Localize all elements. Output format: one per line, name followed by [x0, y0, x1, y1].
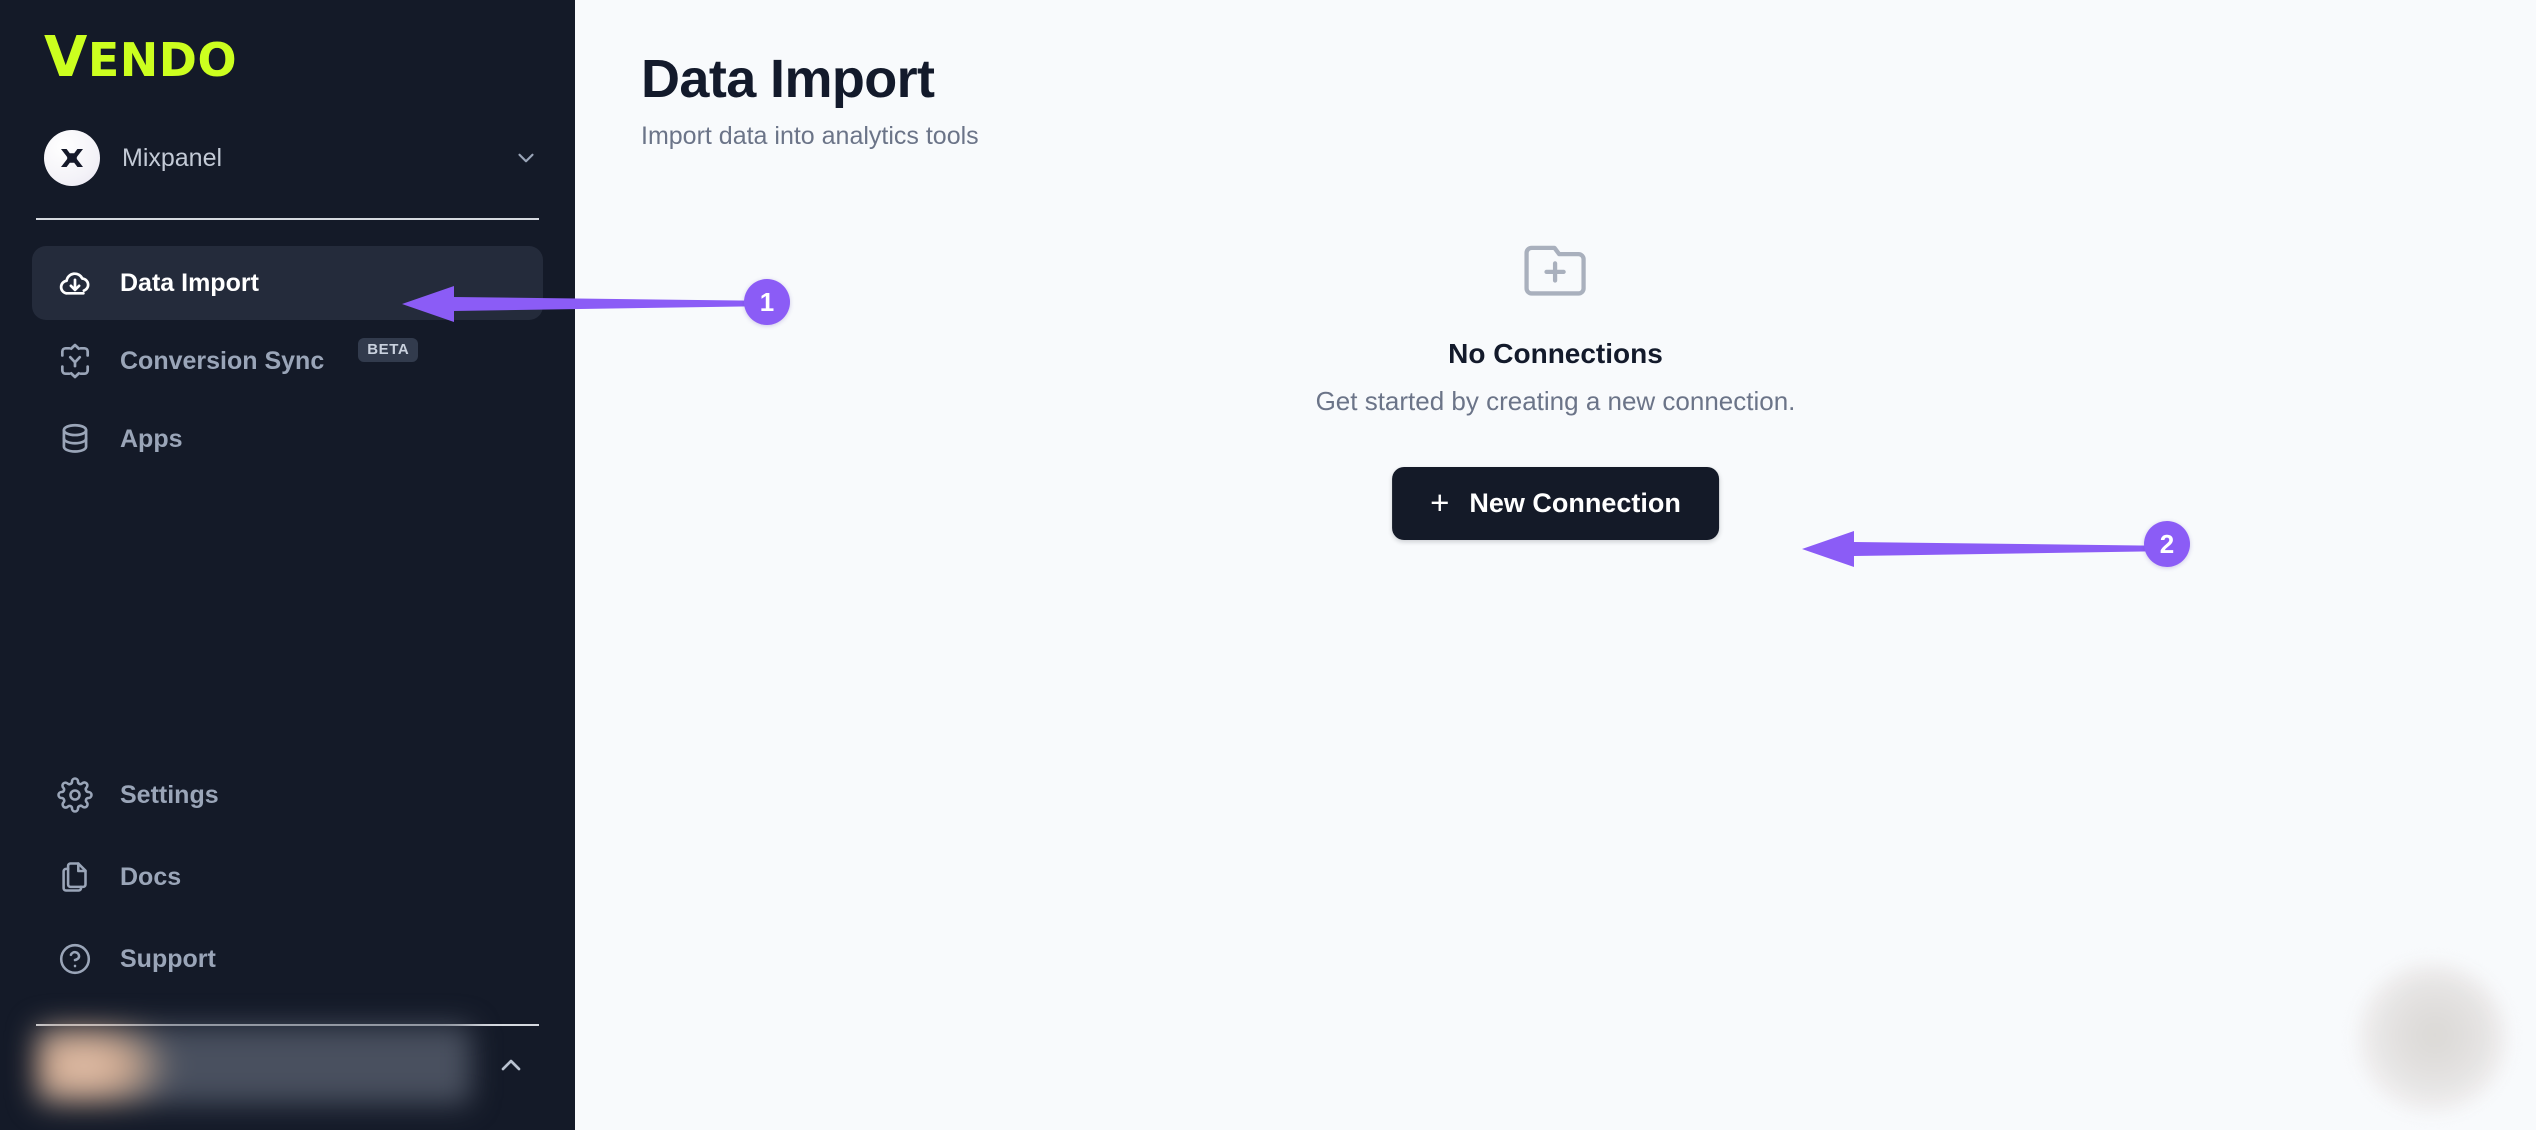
- folder-plus-icon: [1518, 232, 1594, 308]
- documents-copy-icon: [56, 858, 94, 896]
- sidebar-item-settings[interactable]: Settings: [32, 758, 543, 832]
- mixpanel-logo-icon: [44, 130, 100, 186]
- user-profile-menu[interactable]: [0, 1026, 575, 1104]
- page-header: Data Import Import data into analytics t…: [575, 0, 2536, 151]
- empty-state-description: Get started by creating a new connection…: [1315, 386, 1796, 416]
- question-circle-icon: [56, 940, 94, 978]
- conversion-sync-icon: [56, 342, 94, 380]
- sidebar-item-support[interactable]: Support: [32, 922, 543, 996]
- avatar: [36, 1026, 471, 1104]
- sidebar-item-label: Support: [120, 944, 216, 973]
- workspace-switcher[interactable]: Mixpanel: [44, 124, 539, 192]
- gear-icon: [56, 776, 94, 814]
- brand-logo-text: VENDO: [44, 25, 238, 90]
- brand-logo[interactable]: VENDO: [0, 0, 575, 96]
- sidebar-divider-top: [36, 218, 539, 220]
- database-stack-icon: [56, 420, 94, 458]
- sidebar-item-label: Apps: [120, 424, 183, 453]
- new-connection-button-label: New Connection: [1469, 488, 1681, 518]
- sidebar-item-data-import[interactable]: Data Import: [32, 246, 543, 320]
- sidebar-item-conversion-sync[interactable]: Conversion Sync BETA: [32, 324, 543, 398]
- sidebar-item-label: Docs: [120, 862, 182, 891]
- plus-icon: +: [1430, 483, 1450, 521]
- chevron-down-icon[interactable]: [513, 145, 539, 171]
- status-badge-beta: BETA: [358, 338, 419, 362]
- sidebar-nav-secondary: Settings Docs Support: [0, 758, 575, 996]
- sidebar-item-label: Settings: [120, 780, 219, 809]
- help-bubble-icon[interactable]: [2358, 964, 2506, 1112]
- page-subtitle: Import data into analytics tools: [641, 121, 979, 150]
- sidebar-item-apps[interactable]: Apps: [32, 402, 543, 476]
- sidebar-item-docs[interactable]: Docs: [32, 840, 543, 914]
- workspace-name: Mixpanel: [122, 143, 223, 172]
- chevron-up-icon[interactable]: [489, 1043, 533, 1087]
- main-content: Data Import Import data into analytics t…: [575, 0, 2536, 1130]
- empty-state: No Connections Get started by creating a…: [1315, 232, 1796, 540]
- sidebar: VENDO Mixpanel Data Import Conversion Sy…: [0, 0, 575, 1130]
- new-connection-button[interactable]: + New Connection: [1392, 467, 1719, 540]
- app-root: VENDO Mixpanel Data Import Conversion Sy…: [0, 0, 2536, 1130]
- sidebar-item-label: Conversion Sync: [120, 346, 325, 375]
- sidebar-nav: Data Import Conversion Sync BETA Apps: [0, 246, 575, 476]
- sidebar-item-label: Data Import: [120, 268, 259, 297]
- empty-state-title: No Connections: [1448, 338, 1663, 369]
- page-title: Data Import: [641, 49, 935, 109]
- cloud-download-icon: [56, 264, 94, 302]
